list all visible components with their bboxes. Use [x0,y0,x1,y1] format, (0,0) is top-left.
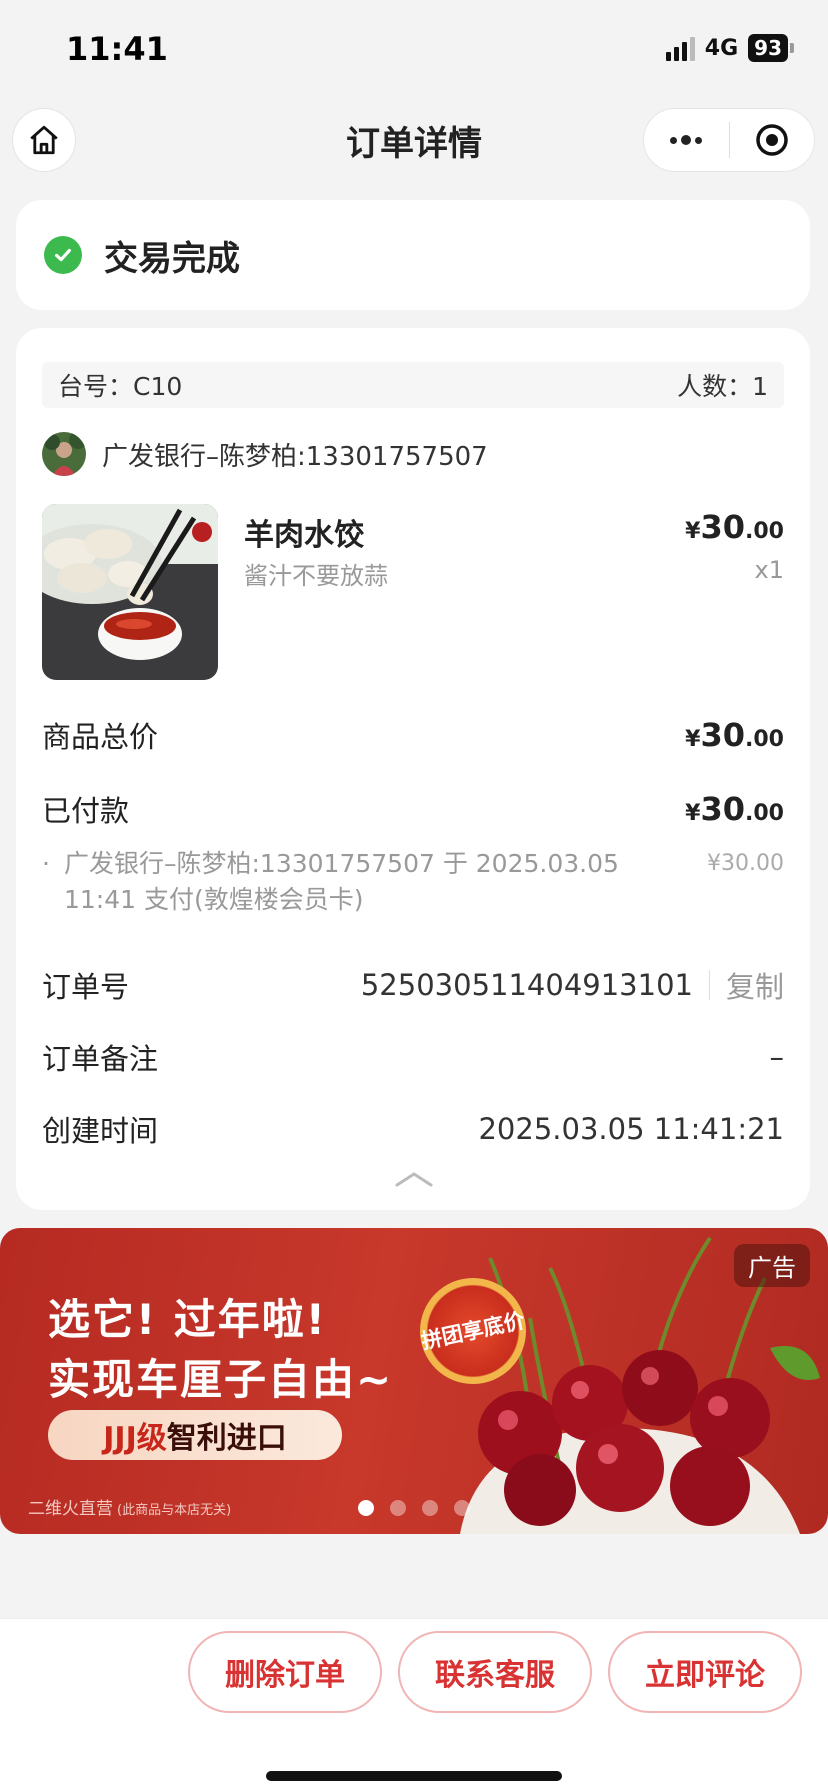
created-time-value: 2025.03.05 11:41:21 [478,1112,784,1146]
order-number-label: 订单号 [42,970,130,1004]
total-price-value: ¥30.00 [685,716,784,754]
carousel-dot[interactable] [422,1500,438,1516]
signal-icon [665,35,695,61]
carousel-dot[interactable] [454,1500,470,1516]
status-time: 11:41 [66,30,168,68]
created-time-row: 创建时间 2025.03.05 11:41:21 [42,1108,784,1150]
table-info-row: 台号：C10 人数：1 [42,362,784,408]
paid-value: ¥30.00 [685,790,784,828]
ad-footer-note: (此商品与本店无关) [117,1503,232,1518]
more-button[interactable] [644,109,729,171]
more-icon [670,135,703,145]
paid-label: 已付款 [42,794,130,828]
ad-banner[interactable]: 广告 选它! 过年啦! 实现车厘子自由~ JJJ级 智利进口 拼团享底价 二维火直… [0,1228,828,1534]
review-button[interactable]: 立即评论 [608,1631,802,1713]
ad-carousel-indicator [358,1500,470,1516]
carousel-dot[interactable] [390,1500,406,1516]
ad-cta-highlight: JJJ级 [103,1421,167,1456]
nav-bar: 订单详情 [0,100,828,190]
table-number: 台号：C10 [58,372,183,401]
battery-level: 93 [748,34,788,62]
product-quantity: x1 [754,556,784,584]
people-count: 人数：1 [677,372,768,401]
order-remark-row: 订单备注 – [42,1036,784,1078]
chevron-up-icon [395,1172,433,1187]
status-indicators: 4G 93 [665,34,794,62]
order-status-card: 交易完成 [16,200,810,310]
product-note: 酱汁不要放蒜 [244,562,388,590]
product-image [42,504,218,680]
product-name: 羊肉水饺 [244,518,364,553]
network-label: 4G [704,35,739,61]
ad-footer: 二维火直营 (此商品与本店无关) [28,1494,231,1519]
order-detail-card: 台号：C10 人数：1 广发银行–陈梦柏:13301757507 羊肉水饺 酱汁… [16,328,810,1210]
payment-detail-bullet: · [42,849,50,878]
total-price-row: 商品总价 ¥30.00 [42,714,784,756]
carousel-dot[interactable] [358,1500,374,1516]
avatar [42,432,86,476]
payment-detail-text: 广发银行–陈梦柏:13301757507 于 2025.03.05 11:41 … [64,849,619,914]
ad-cta-text: 智利进口 [166,1421,287,1456]
battery-icon: 93 [748,34,794,62]
product-item[interactable]: 羊肉水饺 酱汁不要放蒜 ¥30.00 x1 [42,504,784,682]
ad-headline-1: 选它! 过年啦! [48,1295,327,1344]
close-miniprogram-button[interactable] [730,109,815,171]
ad-cta-button[interactable]: JJJ级 智利进口 [48,1410,342,1460]
order-remark-label: 订单备注 [42,1042,159,1076]
home-indicator [266,1771,562,1781]
status-bar: 11:41 4G 93 [0,0,828,100]
delete-order-button[interactable]: 删除订单 [188,1631,382,1713]
ad-tag: 广告 [734,1244,810,1287]
order-remark-value: – [769,1040,785,1074]
paid-row: 已付款 ¥30.00 [42,788,784,830]
ad-footer-text: 二维火直营 [28,1499,113,1519]
order-status-text: 交易完成 [104,238,240,279]
ad-headline-2: 实现车厘子自由~ [48,1355,394,1404]
created-time-label: 创建时间 [42,1114,159,1148]
miniprogram-capsule [643,108,815,172]
copy-button[interactable]: 复制 [726,964,784,1006]
payment-detail: · 广发银行–陈梦柏:13301757507 于 2025.03.05 11:4… [42,846,784,918]
product-price: ¥30.00 [685,508,784,546]
check-circle-icon [44,236,82,274]
contact-service-button[interactable]: 联系客服 [398,1631,592,1713]
bottom-action-bar: 删除订单 联系客服 立即评论 [0,1618,828,1792]
payment-detail-amount: ¥30.00 [707,851,784,876]
payer-row: 广发银行–陈梦柏:13301757507 [42,432,488,476]
total-price-label: 商品总价 [42,720,159,754]
order-number-value: 525030511404913101 [360,968,693,1002]
collapse-button[interactable] [394,1168,434,1192]
payer-name: 广发银行–陈梦柏:13301757507 [102,441,488,472]
close-miniprogram-icon [756,124,788,156]
order-number-row: 订单号 525030511404913101 复制 [42,964,784,1006]
